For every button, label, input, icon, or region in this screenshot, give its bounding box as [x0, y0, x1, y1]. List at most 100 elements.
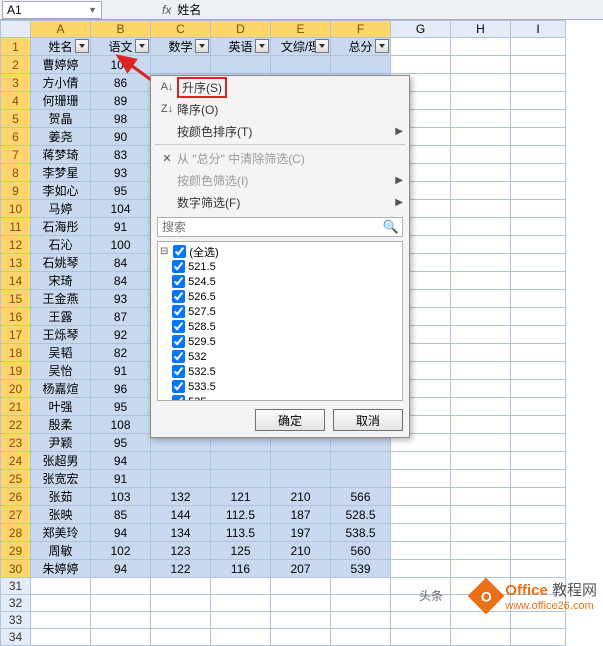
cell-name[interactable]: 贺晶: [31, 110, 91, 128]
cell-name[interactable]: 周敏: [31, 542, 91, 560]
row-6[interactable]: 6: [1, 128, 31, 146]
row-8[interactable]: 8: [1, 164, 31, 182]
col-F[interactable]: F: [331, 21, 391, 38]
filter-button[interactable]: [135, 39, 149, 53]
cell-tot[interactable]: 538.5: [331, 524, 391, 542]
cell-name[interactable]: 蒋梦琦: [31, 146, 91, 164]
cell-name[interactable]: 尹颖: [31, 434, 91, 452]
header-0[interactable]: 姓名: [31, 38, 91, 56]
row-12[interactable]: 12: [1, 236, 31, 254]
row-5[interactable]: 5: [1, 110, 31, 128]
row-26[interactable]: 26: [1, 488, 31, 506]
cell-name[interactable]: 石姚琴: [31, 254, 91, 272]
search-input[interactable]: [157, 217, 403, 237]
filter-button[interactable]: [75, 39, 89, 53]
col-D[interactable]: D: [211, 21, 271, 38]
checkbox[interactable]: [172, 365, 185, 378]
row-20[interactable]: 20: [1, 380, 31, 398]
row-27[interactable]: 27: [1, 506, 31, 524]
checkbox[interactable]: [172, 395, 185, 401]
cell-cn[interactable]: 89: [91, 92, 151, 110]
filter-button[interactable]: [255, 39, 269, 53]
cell-en[interactable]: 121: [211, 488, 271, 506]
cell-name[interactable]: 石海彤: [31, 218, 91, 236]
cell-name[interactable]: 马婷: [31, 200, 91, 218]
row-3[interactable]: 3: [1, 74, 31, 92]
check-item[interactable]: 532: [160, 349, 400, 364]
cell-sc[interactable]: 210: [271, 488, 331, 506]
cell-name[interactable]: 杨嘉煊: [31, 380, 91, 398]
cell-cn[interactable]: 95: [91, 434, 151, 452]
cell-en[interactable]: 125: [211, 542, 271, 560]
cell-cn[interactable]: 86: [91, 74, 151, 92]
cell-name[interactable]: 郑美玲: [31, 524, 91, 542]
row-31[interactable]: 31: [1, 578, 31, 595]
row-2[interactable]: 2: [1, 56, 31, 74]
row-25[interactable]: 25: [1, 470, 31, 488]
checkbox[interactable]: [172, 275, 185, 288]
cell-name[interactable]: 张茹: [31, 488, 91, 506]
cell-cn[interactable]: 98: [91, 110, 151, 128]
header-5[interactable]: 总分: [331, 38, 391, 56]
cell-tot[interactable]: 539: [331, 560, 391, 578]
row-29[interactable]: 29: [1, 542, 31, 560]
cell-name[interactable]: 王露: [31, 308, 91, 326]
cell-cn[interactable]: 95: [91, 398, 151, 416]
row-17[interactable]: 17: [1, 326, 31, 344]
cell-name[interactable]: 王烁琴: [31, 326, 91, 344]
cell-name[interactable]: 殷柔: [31, 416, 91, 434]
cell-cn[interactable]: 102: [91, 542, 151, 560]
cell-cn[interactable]: 92: [91, 326, 151, 344]
name-box-dropdown-icon[interactable]: ▼: [88, 5, 97, 15]
cell-name[interactable]: 吴怡: [31, 362, 91, 380]
row-21[interactable]: 21: [1, 398, 31, 416]
sort-desc[interactable]: Z↓ 降序(O): [151, 98, 409, 120]
number-filter[interactable]: 数字筛选(F) ▶: [151, 191, 409, 213]
row-19[interactable]: 19: [1, 362, 31, 380]
cell-math[interactable]: 134: [151, 524, 211, 542]
check-item[interactable]: 528.5: [160, 319, 400, 334]
filter-button[interactable]: [195, 39, 209, 53]
cell-en[interactable]: 116: [211, 560, 271, 578]
cell-cn[interactable]: 82: [91, 344, 151, 362]
header-3[interactable]: 英语: [211, 38, 271, 56]
cell-cn[interactable]: 96: [91, 380, 151, 398]
fx-label[interactable]: fx: [162, 3, 171, 17]
cell-cn[interactable]: 91: [91, 218, 151, 236]
cell-math[interactable]: 123: [151, 542, 211, 560]
checkbox[interactable]: [172, 350, 185, 363]
col-C[interactable]: C: [151, 21, 211, 38]
cell-cn[interactable]: 105: [91, 56, 151, 74]
row-15[interactable]: 15: [1, 290, 31, 308]
cell-name[interactable]: 吴韬: [31, 344, 91, 362]
header-1[interactable]: 语文: [91, 38, 151, 56]
check-item[interactable]: 524.5: [160, 274, 400, 289]
row-34[interactable]: 34: [1, 629, 31, 646]
filter-search[interactable]: 🔍: [157, 217, 403, 237]
spreadsheet-grid[interactable]: A B C D E F G H I 1姓名语文数学英语文综/理总分2曹婷婷105…: [0, 20, 603, 646]
check-item[interactable]: 535: [160, 394, 400, 401]
check-item[interactable]: 526.5: [160, 289, 400, 304]
cell-name[interactable]: 方小倩: [31, 74, 91, 92]
cell-cn[interactable]: 90: [91, 128, 151, 146]
cell-cn[interactable]: 104: [91, 200, 151, 218]
check-select-all[interactable]: ⊟(全选): [160, 244, 400, 259]
check-item[interactable]: 527.5: [160, 304, 400, 319]
cell-cn[interactable]: 94: [91, 560, 151, 578]
row-16[interactable]: 16: [1, 308, 31, 326]
cell-sc[interactable]: 197: [271, 524, 331, 542]
row-23[interactable]: 23: [1, 434, 31, 452]
check-item[interactable]: 521.5: [160, 259, 400, 274]
row-1[interactable]: 1: [1, 38, 31, 56]
cell-sc[interactable]: 207: [271, 560, 331, 578]
cancel-button[interactable]: 取消: [333, 409, 403, 431]
col-I[interactable]: I: [511, 21, 566, 38]
cell-name[interactable]: 宋琦: [31, 272, 91, 290]
header-4[interactable]: 文综/理: [271, 38, 331, 56]
cell-cn[interactable]: 84: [91, 272, 151, 290]
row-18[interactable]: 18: [1, 344, 31, 362]
cell-name[interactable]: 王金燕: [31, 290, 91, 308]
row-30[interactable]: 30: [1, 560, 31, 578]
checkbox[interactable]: [172, 260, 185, 273]
row-32[interactable]: 32: [1, 595, 31, 612]
